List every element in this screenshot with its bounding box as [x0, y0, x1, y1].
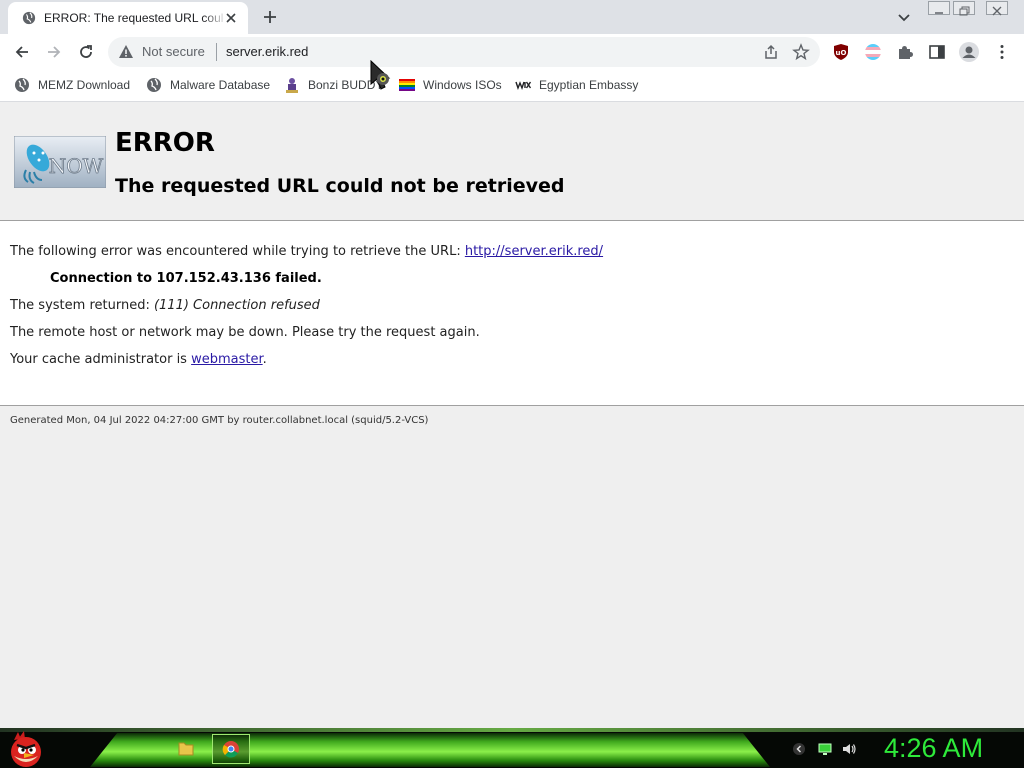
share-icon[interactable] — [762, 43, 780, 61]
squid-logo: NOW — [14, 136, 106, 188]
trans-flag-extension-icon[interactable] — [864, 43, 882, 61]
chrome-taskbar-button[interactable] — [212, 734, 250, 764]
tab-active[interactable]: ERROR: The requested URL could not be re… — [8, 2, 248, 34]
taskbar-top-edge — [0, 728, 1024, 732]
restore-button[interactable] — [953, 1, 975, 16]
folder-icon — [178, 742, 194, 756]
ublock-icon[interactable]: uO — [832, 43, 850, 61]
tray-chevron-icon[interactable] — [792, 742, 806, 756]
close-tab-icon[interactable] — [224, 11, 238, 25]
system-returned-value: (111) Connection refused — [153, 298, 320, 313]
back-button[interactable] — [13, 43, 31, 61]
restore-icon — [959, 6, 970, 16]
globe-icon — [15, 78, 29, 92]
taskbar-clock[interactable]: 4:26 AM — [884, 731, 983, 765]
minimize-button[interactable] — [928, 1, 950, 15]
extensions-puzzle-icon[interactable] — [896, 43, 914, 61]
side-panel-icon[interactable] — [928, 43, 946, 61]
security-label[interactable]: Not secure — [142, 44, 205, 60]
wix-icon — [515, 81, 531, 91]
globe-icon — [147, 78, 161, 92]
tab-strip: ERROR: The requested URL could not be re… — [0, 0, 1024, 34]
chevron-down-icon[interactable] — [896, 9, 912, 25]
bookmarks-bar: MEMZ Download Malware Database Bonzi BUD… — [0, 70, 1024, 102]
error-intro: The following error was encountered whil… — [10, 243, 603, 260]
bookmark-label: Windows ISOs — [423, 78, 502, 92]
volume-icon[interactable] — [842, 742, 856, 756]
browser-toolbar: Not secure server.erik.red uO — [0, 34, 1024, 70]
chrome-icon — [222, 741, 239, 758]
address-separator — [216, 43, 217, 61]
requested-url-link[interactable]: http://server.erik.red/ — [465, 244, 603, 259]
webmaster-link[interactable]: webmaster — [191, 352, 263, 367]
error-heading: ERROR — [115, 128, 215, 158]
cache-admin-suffix: . — [262, 352, 267, 367]
new-tab-button[interactable] — [262, 9, 278, 25]
address-bar[interactable]: Not secure server.erik.red — [108, 37, 820, 67]
logo-text: NOW — [49, 154, 104, 178]
tab-title: ERROR: The requested URL could not be re… — [44, 11, 224, 25]
divider-bottom — [0, 405, 1024, 406]
system-returned-label: The system returned: — [10, 298, 154, 313]
bookmark-star-icon[interactable] — [792, 43, 810, 61]
menu-icon[interactable] — [993, 43, 1011, 61]
forward-button[interactable] — [45, 43, 63, 61]
remote-host-text: The remote host or network may be down. … — [10, 325, 480, 340]
reload-button[interactable] — [77, 43, 95, 61]
system-returned: The system returned: (111) Connection re… — [10, 297, 320, 314]
profile-avatar[interactable] — [959, 42, 979, 62]
file-explorer-taskbar-button[interactable] — [171, 734, 201, 764]
error-details: The following error was encountered whil… — [0, 221, 1024, 405]
network-icon[interactable] — [818, 742, 832, 756]
error-intro-text: The following error was encountered whil… — [10, 244, 465, 259]
taskbar: 4:26 AM — [0, 728, 1024, 768]
bookmark-label: MEMZ Download — [38, 78, 131, 92]
mouse-cursor-icon — [370, 60, 391, 90]
error-subheading: The requested URL could not be retrieved — [115, 175, 565, 197]
angry-bird-start-icon[interactable] — [6, 730, 46, 768]
url-text[interactable]: server.erik.red — [226, 44, 308, 60]
svg-text:uO: uO — [836, 49, 847, 57]
cache-admin: Your cache administrator is webmaster. — [10, 351, 267, 368]
minimize-icon — [935, 12, 943, 14]
close-window-button[interactable] — [986, 1, 1008, 16]
warning-icon[interactable] — [118, 44, 134, 60]
bonzi-icon — [286, 78, 298, 93]
bookmark-label: Egyptian Embassy — [539, 78, 639, 92]
bookmark-label: Malware Database — [170, 78, 271, 92]
globe-icon — [22, 11, 36, 25]
connection-failed-text: Connection to 107.152.43.136 failed. — [50, 271, 322, 286]
cache-admin-text: Your cache administrator is — [10, 352, 192, 367]
generated-footer: Generated Mon, 04 Jul 2022 04:27:00 GMT … — [10, 415, 429, 426]
page-content: NOW ERROR The requested URL could not be… — [0, 102, 1024, 728]
close-icon — [992, 6, 1002, 16]
rainbow-flag-icon — [399, 79, 415, 91]
